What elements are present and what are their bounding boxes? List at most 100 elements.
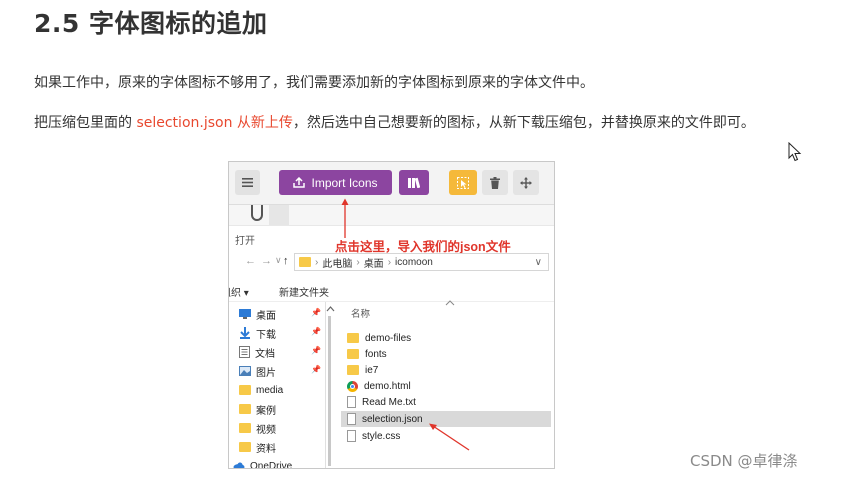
nav-item-label: 案例 <box>256 405 276 417</box>
folder-icon <box>347 333 359 343</box>
library-button[interactable] <box>399 170 429 195</box>
folder-icon <box>239 385 251 395</box>
mouse-cursor-icon <box>788 142 802 162</box>
trash-icon <box>490 176 500 189</box>
nav-item-cases[interactable]: 案例 <box>239 401 276 417</box>
text-file-icon <box>347 396 356 408</box>
picture-icon <box>239 366 251 376</box>
organize-button[interactable]: 组织 ▾ <box>229 284 249 299</box>
strip-shade <box>269 205 289 225</box>
file-item-ie7[interactable]: ie7 <box>347 362 378 378</box>
pin-icon: 📌 <box>311 308 321 317</box>
file-item-style-css[interactable]: style.css <box>347 428 400 444</box>
up-arrow-icon[interactable]: ↑ <box>283 255 289 267</box>
folder-icon <box>239 404 251 414</box>
paragraph-intro-text: 如果工作中，原来的字体图标不够用了，我们需要添加新的字体图标到原来的字体文件中。 <box>34 75 594 91</box>
file-name: Read Me.txt <box>362 396 416 408</box>
nav-item-label: 资料 <box>256 443 276 455</box>
new-folder-button[interactable]: 新建文件夹 <box>279 284 329 299</box>
file-item-demo-html[interactable]: demo.html <box>347 378 411 394</box>
file-item-readme[interactable]: Read Me.txt <box>347 394 416 410</box>
icomoon-toolbar: Import Icons <box>229 162 554 205</box>
hamburger-icon <box>242 178 253 187</box>
folder-icon <box>347 349 359 359</box>
file-name: ie7 <box>365 364 379 376</box>
nav-item-pictures[interactable]: 图片 <box>239 363 276 379</box>
nav-item-label: 桌面 <box>256 310 276 322</box>
pin-icon: 📌 <box>311 327 321 336</box>
menu-button[interactable] <box>235 170 260 195</box>
paragraph-instructions-start: 把压缩包里面的 <box>34 115 137 131</box>
breadcrumb-item[interactable]: 桌面 <box>364 255 384 270</box>
nav-item-desktop[interactable]: 桌面 <box>239 306 276 322</box>
import-icons-label: Import Icons <box>311 175 378 190</box>
folder-icon <box>299 257 311 267</box>
nav-item-label: media <box>256 384 284 396</box>
breadcrumb-separator: › <box>387 256 392 268</box>
file-name: style.css <box>362 430 401 442</box>
nav-scrollbar[interactable] <box>325 302 335 468</box>
library-icon <box>408 177 420 188</box>
highlight-text: selection.json 从新上传 <box>136 115 293 131</box>
forward-arrow-icon[interactable]: → <box>261 255 272 267</box>
file-item-fonts[interactable]: fonts <box>347 346 387 362</box>
breadcrumb-separator: › <box>356 256 360 268</box>
file-name: fonts <box>365 348 387 360</box>
name-column-header[interactable]: 名称 <box>351 306 370 320</box>
paperclip-icon <box>251 205 263 221</box>
command-bar: 组织 ▾ 新建文件夹 <box>229 279 554 302</box>
breadcrumb-item[interactable]: 此电脑 <box>322 255 352 270</box>
file-item-demo-files[interactable]: demo-files <box>347 330 411 346</box>
annotation-arrow-up <box>341 198 349 238</box>
move-tool-button[interactable] <box>513 170 539 195</box>
chevron-down-icon[interactable]: ∨ <box>275 255 282 266</box>
nav-item-videos[interactable]: 视频 <box>239 420 276 436</box>
download-icon <box>240 327 250 339</box>
file-name: selection.json <box>362 413 423 425</box>
file-list: 名称 demo-files fonts ie7 demo.html Read M… <box>335 300 554 468</box>
dropdown-chevron-icon[interactable]: ∨ <box>535 257 542 268</box>
open-dialog-title: 打开 <box>235 236 255 247</box>
annotation-arrow-to-file <box>429 423 470 451</box>
upload-icon <box>293 177 306 188</box>
nav-item-label: 图片 <box>256 367 276 379</box>
nav-item-label: 文档 <box>255 348 275 360</box>
nav-item-media[interactable]: media <box>239 382 283 398</box>
breadcrumb-separator: › <box>315 256 319 268</box>
paragraph-instructions: 把压缩包里面的 selection.json 从新上传，然后选中自己想要新的图标… <box>34 112 755 132</box>
breadcrumb[interactable]: › 此电脑 › 桌面 › icomoon ∨ <box>294 253 549 271</box>
folder-icon <box>239 423 251 433</box>
nav-item-onedrive[interactable]: OneDrive <box>233 458 293 469</box>
file-name: demo-files <box>365 332 412 344</box>
nav-item-downloads[interactable]: 下载 <box>239 325 276 341</box>
nav-item-label: 视频 <box>256 424 276 436</box>
nav-item-documents[interactable]: 文档 <box>239 344 275 360</box>
json-file-icon <box>347 413 356 425</box>
pin-icon: 📌 <box>311 365 321 374</box>
address-bar: ← → ∨ ↑ › 此电脑 › 桌面 › icomoon ∨ <box>229 251 554 273</box>
pin-icon: 📌 <box>311 346 321 355</box>
nav-item-label: 下载 <box>256 329 276 341</box>
css-file-icon <box>347 430 356 442</box>
back-arrow-icon[interactable]: ← <box>245 255 256 267</box>
navigation-pane: 桌面 📌 下载 📌 文档 📌 图片 📌 media 案例 视频 资料 OneDr… <box>229 302 326 468</box>
embedded-screenshot: Import Icons 打开 点击这里，导入我们的json文件 ← → ∨ ↑… <box>228 161 555 469</box>
move-arrows-icon <box>520 176 532 189</box>
import-icons-button[interactable]: Import Icons <box>279 170 392 195</box>
desktop-icon <box>239 309 251 319</box>
delete-tool-button[interactable] <box>482 170 508 195</box>
paragraph-intro: 如果工作中，原来的字体图标不够用了，我们需要添加新的字体图标到原来的字体文件中。 <box>34 72 594 92</box>
select-tool-button[interactable] <box>449 170 477 195</box>
watermark: CSDN @卓律涤 <box>690 452 798 470</box>
cloud-icon <box>233 462 245 468</box>
breadcrumb-item[interactable]: icomoon <box>395 257 433 268</box>
section-heading: 2.5 字体图标的追加 <box>34 9 268 38</box>
icon-grid-strip <box>229 205 554 226</box>
chrome-icon <box>347 380 358 392</box>
nav-item-materials[interactable]: 资料 <box>239 439 276 455</box>
select-cursor-icon <box>457 176 469 189</box>
sort-chevron-icon[interactable] <box>445 300 455 306</box>
folder-icon <box>347 365 359 375</box>
nav-item-label: OneDrive <box>250 460 293 469</box>
scrollbar-thumb[interactable] <box>328 316 331 466</box>
